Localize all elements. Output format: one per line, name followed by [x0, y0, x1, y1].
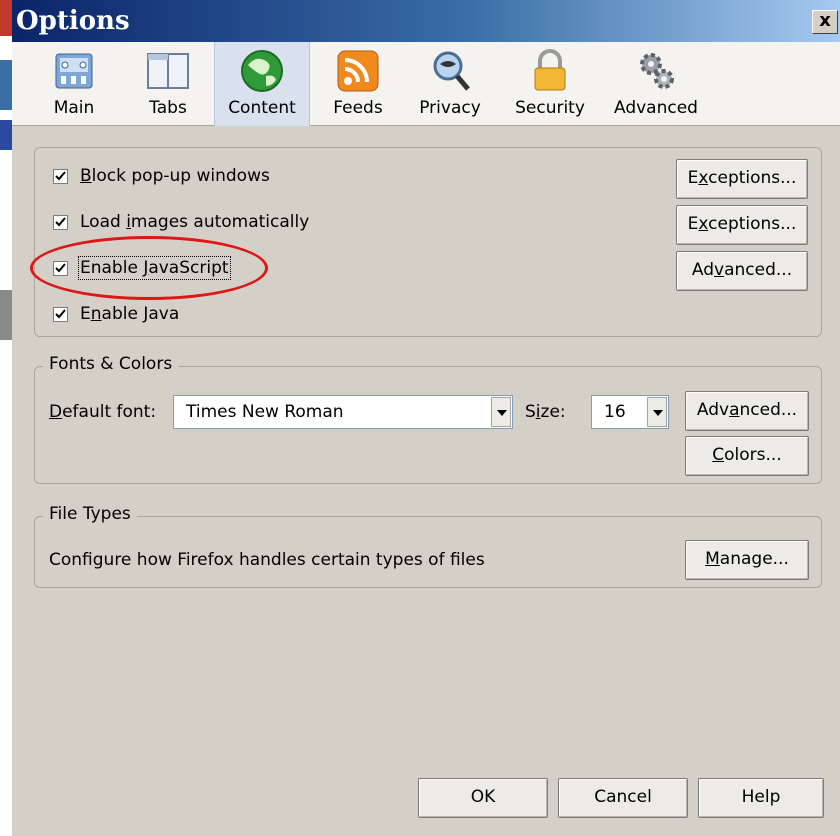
- background-fragment: [0, 0, 12, 36]
- load-images-option[interactable]: Load images automatically: [53, 212, 309, 232]
- mask-magnifier-icon: [426, 48, 474, 94]
- rss-feed-icon: [334, 48, 382, 94]
- load-images-checkbox[interactable]: [53, 214, 68, 230]
- tab-tabs[interactable]: Tabs: [130, 42, 206, 126]
- fonts-advanced-button[interactable]: Advanced...: [685, 391, 809, 431]
- main-panel-icon: [50, 48, 98, 94]
- fonts-colors-legend: Fonts & Colors: [43, 354, 179, 374]
- globe-icon: [238, 48, 286, 94]
- tab-label: Privacy: [419, 98, 481, 118]
- padlock-icon: [526, 48, 574, 94]
- tab-content[interactable]: Content: [214, 42, 310, 126]
- manage-button[interactable]: Manage...: [685, 540, 809, 580]
- default-font-value: Times New Roman: [186, 402, 344, 422]
- options-toolbar: Main Tabs Content Feeds Privacy Security…: [12, 42, 840, 126]
- background-fragment: [0, 290, 12, 340]
- javascript-advanced-button[interactable]: Advanced...: [676, 251, 808, 291]
- colors-button[interactable]: Colors...: [685, 436, 809, 476]
- tab-label: Security: [515, 98, 585, 118]
- chevron-down-icon[interactable]: [491, 397, 511, 427]
- background-window-strip: [0, 0, 12, 836]
- popup-exceptions-button[interactable]: Exceptions...: [676, 159, 808, 199]
- background-fragment: [0, 120, 12, 150]
- tab-advanced[interactable]: Advanced: [606, 42, 706, 126]
- font-size-select[interactable]: 16: [591, 395, 669, 429]
- window-title: Options: [16, 6, 130, 36]
- block-popups-label: Block pop-up windows: [80, 166, 270, 186]
- tab-security[interactable]: Security: [504, 42, 596, 126]
- enable-java-label: Enable Java: [80, 304, 180, 324]
- enable-java-option[interactable]: Enable Java: [53, 304, 179, 324]
- background-fragment: [0, 60, 12, 110]
- file-types-description: Configure how Firefox handles certain ty…: [49, 550, 485, 570]
- cancel-button[interactable]: Cancel: [558, 778, 688, 818]
- close-button[interactable]: x: [812, 10, 838, 34]
- tab-label: Tabs: [149, 98, 187, 118]
- highlight-ellipse: [30, 236, 268, 300]
- load-images-label: Load images automatically: [80, 212, 310, 232]
- fonts-colors-group: Fonts & Colors Default font: Times New R…: [34, 354, 822, 484]
- title-bar: Options x: [12, 0, 840, 42]
- tab-label: Main: [53, 98, 95, 118]
- file-types-legend: File Types: [43, 504, 137, 524]
- help-button[interactable]: Help: [698, 778, 824, 818]
- font-size-value: 16: [604, 402, 626, 422]
- default-font-select[interactable]: Times New Roman: [173, 395, 513, 429]
- tab-label: Advanced: [614, 98, 698, 118]
- tab-main[interactable]: Main: [34, 42, 114, 126]
- default-font-label: Default font:: [49, 402, 157, 422]
- tab-privacy[interactable]: Privacy: [410, 42, 490, 126]
- tab-feeds[interactable]: Feeds: [322, 42, 394, 126]
- tabs-icon: [144, 48, 192, 94]
- enable-java-checkbox[interactable]: [53, 306, 68, 322]
- images-exceptions-button[interactable]: Exceptions...: [676, 205, 808, 245]
- tab-label: Content: [228, 98, 296, 118]
- chevron-down-icon[interactable]: [647, 397, 667, 427]
- gears-icon: [632, 48, 680, 94]
- size-label: Size:: [525, 402, 566, 422]
- block-popups-checkbox[interactable]: [53, 168, 68, 184]
- ok-button[interactable]: OK: [418, 778, 548, 818]
- block-popups-option[interactable]: Block pop-up windows: [53, 166, 270, 186]
- tab-label: Feeds: [333, 98, 383, 118]
- file-types-group: File Types Configure how Firefox handles…: [34, 504, 822, 588]
